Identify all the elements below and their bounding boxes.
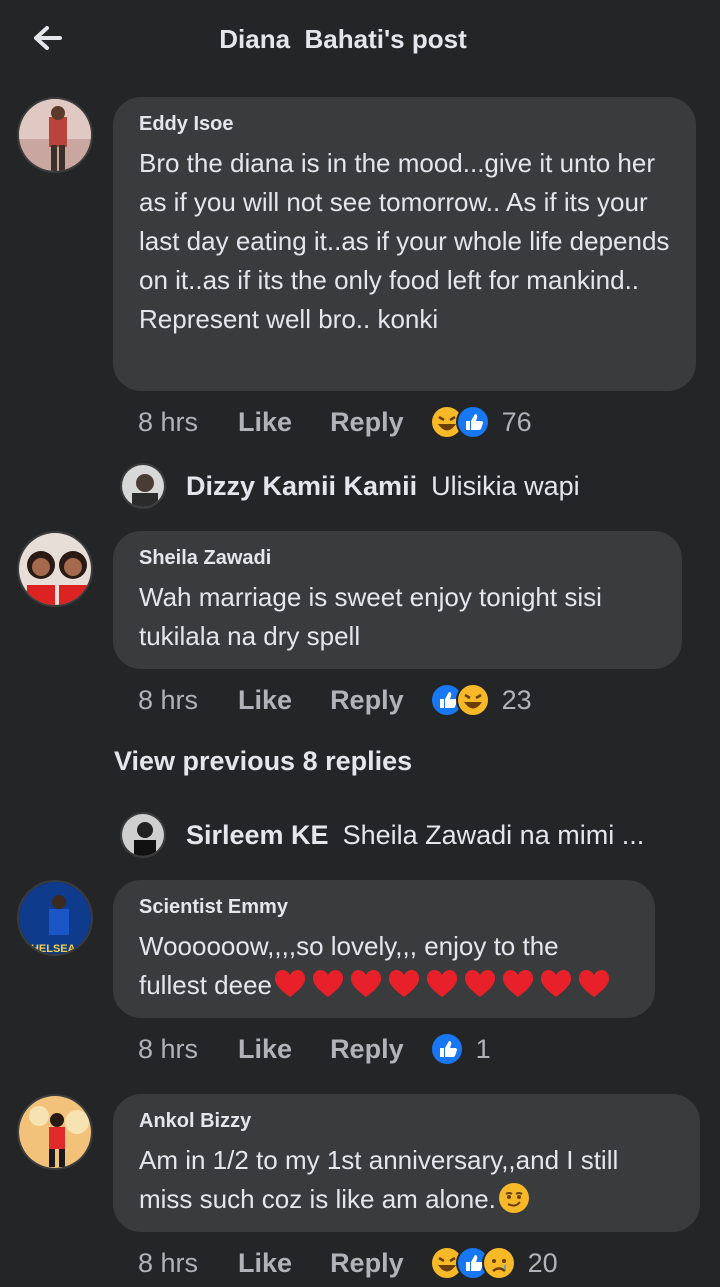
reply-preview[interactable]: Sirleem KE Sheila Zawadi na mimi ... [120,810,644,860]
reaction-summary[interactable] [429,1032,464,1066]
like-button[interactable]: Like [238,1248,292,1279]
comment-author[interactable]: Eddy Isoe [139,113,670,136]
avatar [120,463,166,509]
comment-time: 8 hrs [138,1247,199,1278]
comment-time: 8 hrs [138,406,199,437]
comment-text: Wah marriage is sweet enjoy tonight sisi… [139,582,602,651]
avatar[interactable]: CHELSEA [17,880,93,956]
heart-emoji-row [272,969,614,1000]
comment-actions: 8 hrs Like Reply 76 [138,402,532,442]
heart-emoji-icon [464,969,496,997]
comment-text: Woooooow,,,,so lovely,,, enjoy to the fu… [139,927,629,1005]
avatar[interactable] [17,97,93,173]
header-bar: Diana Bahati's post [0,0,720,84]
reply-button[interactable]: Reply [330,1248,404,1279]
comment-bubble: Sheila Zawadi Wah marriage is sweet enjo… [113,531,682,669]
sad-icon [481,1246,516,1280]
reaction-count: 76 [501,406,532,437]
svg-text:CHELSEA: CHELSEA [23,943,76,955]
heart-emoji-icon [502,969,534,997]
comment-text-body: Am in 1/2 to my 1st anniversary,,and I s… [139,1145,619,1214]
reply-button[interactable]: Reply [330,1034,404,1065]
comment-author[interactable]: Sheila Zawadi [139,547,656,570]
heart-emoji-icon [540,969,572,997]
comment-text: Am in 1/2 to my 1st anniversary,,and I s… [139,1141,674,1219]
comment-author[interactable]: Scientist Emmy [139,896,629,919]
reaction-summary[interactable] [429,1246,516,1280]
reply-text: Ulisikia wapi [431,470,580,501]
like-button[interactable]: Like [238,685,292,716]
haha-icon [455,683,490,717]
like-icon [455,405,490,439]
comment-actions: 8 hrs Like Reply 20 [138,1243,558,1283]
reply-preview[interactable]: Dizzy Kamii Kamii Ulisikia wapi [120,461,580,511]
comment-text: Bro the diana is in the mood...give it u… [139,148,670,334]
reaction-count: 23 [501,684,532,715]
reaction-summary[interactable] [429,405,490,439]
like-button[interactable]: Like [238,407,292,438]
comment-bubble: Scientist Emmy Woooooow,,,,so lovely,,, … [113,880,655,1018]
comment-actions: 8 hrs Like Reply 1 [138,1029,491,1069]
heart-emoji-icon [426,969,458,997]
reaction-count: 1 [475,1033,491,1064]
heart-emoji-icon [388,969,420,997]
reply-text: Sheila Zawadi na mimi ... [342,819,645,850]
like-icon [429,1032,464,1066]
reaction-summary[interactable] [429,683,490,717]
comment-actions: 8 hrs Like Reply 23 [138,680,532,720]
comment-bubble: Ankol Bizzy Am in 1/2 to my 1st annivers… [113,1094,700,1232]
avatar [120,812,166,858]
avatar[interactable] [17,531,93,607]
reply-author[interactable]: Sirleem KE [186,820,329,851]
reply-button[interactable]: Reply [330,407,404,438]
heart-emoji-icon [274,969,306,997]
view-previous-replies-link[interactable]: View previous 8 replies [114,746,412,777]
heart-emoji-icon [578,969,610,997]
reply-button[interactable]: Reply [330,685,404,716]
page-title: Diana Bahati's post [219,24,467,54]
comment-bubble: Eddy Isoe Bro the diana is in the mood..… [113,97,696,391]
like-button[interactable]: Like [238,1034,292,1065]
reaction-count: 20 [527,1247,558,1278]
comment-time: 8 hrs [138,684,199,715]
reply-author[interactable]: Dizzy Kamii Kamii [186,471,417,502]
heart-emoji-icon [312,969,344,997]
comment-time: 8 hrs [138,1033,199,1064]
avatar[interactable] [17,1094,93,1170]
heart-emoji-icon [350,969,382,997]
comment-author[interactable]: Ankol Bizzy [139,1110,674,1133]
smirk-emoji-icon [498,1183,529,1213]
